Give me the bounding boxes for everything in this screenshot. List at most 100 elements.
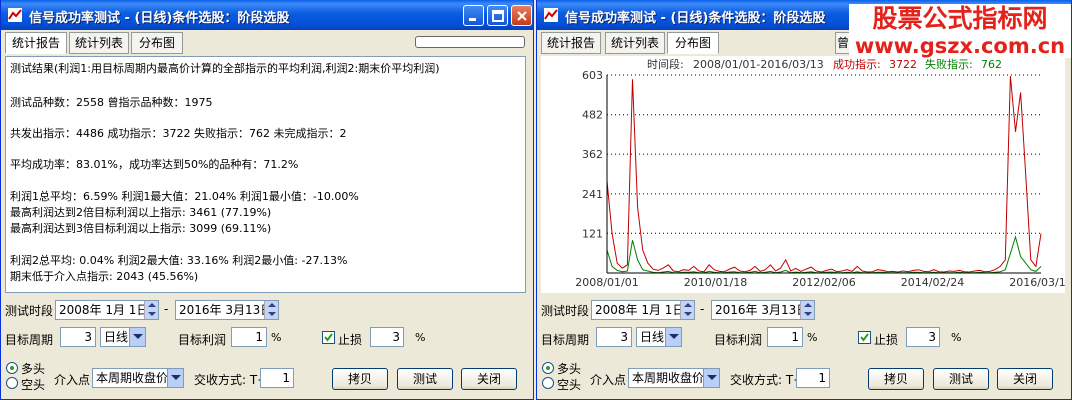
- date-range-dash: -: [700, 302, 705, 316]
- settlement-input[interactable]: 1: [260, 368, 294, 388]
- chart-ytick-label: 362: [582, 148, 603, 161]
- end-date-picker[interactable]: 2016年 3月13日: [175, 300, 279, 320]
- close-button[interactable]: 关闭: [461, 368, 517, 390]
- report-line: 期末低于介入点指示: 2043 (45.56%): [10, 270, 199, 283]
- start-date-picker[interactable]: 2008年 1月 1日: [55, 300, 159, 320]
- stop-loss-input[interactable]: 3: [370, 327, 404, 347]
- start-date-spinner[interactable]: [144, 301, 158, 319]
- chart-ytick-label: 482: [582, 109, 603, 122]
- target-period-label: 目标周期: [541, 333, 590, 347]
- chart-ytick-label: 121: [582, 227, 603, 240]
- chevron-down-icon[interactable]: [167, 369, 183, 387]
- end-date-spinner[interactable]: [800, 301, 814, 319]
- entry-point-label: 介入点: [590, 373, 627, 387]
- date-range-dash: -: [164, 302, 169, 316]
- tab-list[interactable]: 统计列表: [605, 32, 665, 54]
- test-button[interactable]: 测试: [933, 368, 989, 390]
- checkmark-icon: [324, 333, 333, 342]
- period-type-select[interactable]: 日线: [100, 327, 146, 347]
- watermark-url: www.gszx.com.cn: [849, 34, 1071, 58]
- stop-loss-checkbox[interactable]: [322, 331, 335, 344]
- entry-point-select[interactable]: 本周期收盘价: [92, 368, 184, 388]
- maximize-button[interactable]: [487, 5, 508, 26]
- entry-point-label: 介入点: [54, 373, 91, 387]
- stop-loss-label: 止损: [338, 333, 363, 347]
- end-date-value: 2016年 3月13日: [179, 303, 273, 317]
- short-radio[interactable]: [542, 377, 554, 389]
- target-profit-input[interactable]: 1: [231, 327, 267, 347]
- stop-loss-label: 止损: [874, 333, 899, 347]
- settlement-label: 交收方式: T+: [730, 373, 804, 387]
- start-date-picker[interactable]: 2008年 1月 1日: [591, 300, 695, 320]
- report-line: 最高利润达到2倍目标利润以上指示: 3461 (77.19%): [10, 206, 272, 219]
- tab-report[interactable]: 统计报告: [5, 32, 67, 54]
- chart-xtick-label: 2014/02/24: [901, 276, 964, 289]
- report-line: 平均成功率：83.01%，成功率达到50%的品种有：71.2%: [10, 158, 299, 171]
- target-period-input[interactable]: 3: [60, 327, 96, 347]
- target-period-input[interactable]: 3: [596, 327, 632, 347]
- start-date-value: 2008年 1月 1日: [595, 303, 685, 317]
- chart-fail-value: 762: [981, 58, 1002, 71]
- minimize-icon: [469, 18, 476, 21]
- tab-distribution[interactable]: 分布图: [131, 32, 183, 54]
- distribution-window: 信号成功率测试 - (日线)条件选股：阶段选股 统计报告 统计列表 分布图 曾 …: [536, 0, 1072, 400]
- tab-report[interactable]: 统计报告: [541, 32, 601, 54]
- fail-series-line: [606, 235, 1042, 274]
- report-line: 最高利润达到3倍目标利润以上指示: 3099 (69.11%): [10, 222, 272, 235]
- start-date-value: 2008年 1月 1日: [59, 303, 149, 317]
- end-date-picker[interactable]: 2016年 3月13日: [711, 300, 815, 320]
- report-line: 共发出指示：4486 成功指示：3722 失败指示：762 未完成指示：2: [10, 127, 347, 140]
- target-profit-input[interactable]: 1: [767, 327, 803, 347]
- long-label: 多头: [557, 362, 582, 376]
- close-button[interactable]: 关闭: [997, 368, 1053, 390]
- period-type-value: 日线: [104, 330, 129, 344]
- copy-button[interactable]: 拷贝: [868, 368, 924, 390]
- title-bar[interactable]: 信号成功率测试 - (日线)条件选股：阶段选股: [1, 0, 533, 30]
- close-icon: [517, 11, 527, 21]
- chart-xtick-label: 2016/03/13: [1009, 276, 1065, 289]
- chevron-down-icon[interactable]: [703, 369, 719, 387]
- period-type-select[interactable]: 日线: [636, 327, 682, 347]
- entry-point-value: 本周期收盘价: [632, 371, 705, 385]
- chart-period-label: 时间段:: [647, 57, 684, 71]
- report-line: 利润2总平均: 0.04% 利润2最大值: 33.16% 利润2最小值: -27…: [10, 254, 348, 267]
- report-text-area[interactable]: 测试结果(利润1:用目标周期内最高价计算的全部指示的平均利润,利润2:期末价平均…: [5, 56, 526, 293]
- test-period-label: 测试时段: [541, 304, 590, 318]
- chevron-down-icon[interactable]: [665, 328, 681, 346]
- close-window-button[interactable]: [511, 5, 532, 26]
- chart-success-value: 3722: [889, 58, 917, 71]
- success-series-line: [606, 75, 1042, 273]
- percent-sign: %: [415, 331, 426, 344]
- long-radio[interactable]: [6, 362, 18, 374]
- percent-sign: %: [807, 331, 818, 344]
- progress-bar: [415, 36, 525, 48]
- minimize-button[interactable]: [463, 5, 484, 26]
- entry-point-value: 本周期收盘价: [96, 371, 169, 385]
- test-button[interactable]: 测试: [397, 368, 453, 390]
- short-radio[interactable]: [6, 377, 18, 389]
- maximize-icon: [492, 10, 504, 22]
- tab-list[interactable]: 统计列表: [69, 32, 129, 54]
- report-line: 测试品种数：2558 曾指示品种数：1975: [10, 96, 213, 109]
- target-profit-label: 目标利润: [714, 333, 763, 347]
- copy-button[interactable]: 拷贝: [332, 368, 388, 390]
- period-type-value: 日线: [640, 330, 665, 344]
- stop-loss-input[interactable]: 3: [906, 327, 940, 347]
- stop-loss-checkbox[interactable]: [858, 331, 871, 344]
- tab-distribution[interactable]: 分布图: [667, 32, 719, 54]
- start-date-spinner[interactable]: [680, 301, 694, 319]
- percent-sign: %: [951, 331, 962, 344]
- settlement-input[interactable]: 1: [796, 368, 830, 388]
- chart-xtick-label: 2010/01/18: [684, 276, 747, 289]
- chart-xtick-label: 2008/01/01: [575, 276, 638, 289]
- percent-sign: %: [271, 331, 282, 344]
- end-date-spinner[interactable]: [264, 301, 278, 319]
- short-label: 空头: [21, 378, 46, 392]
- long-radio[interactable]: [542, 362, 554, 374]
- app-icon: [8, 8, 22, 22]
- report-line: 利润1总平均：6.59% 利润1最大值：21.04% 利润1最小值：-10.00…: [10, 190, 359, 203]
- watermark-title: 股票公式指标网: [849, 4, 1071, 34]
- entry-point-select[interactable]: 本周期收盘价: [628, 368, 720, 388]
- short-label: 空头: [557, 378, 582, 392]
- chevron-down-icon[interactable]: [129, 328, 145, 346]
